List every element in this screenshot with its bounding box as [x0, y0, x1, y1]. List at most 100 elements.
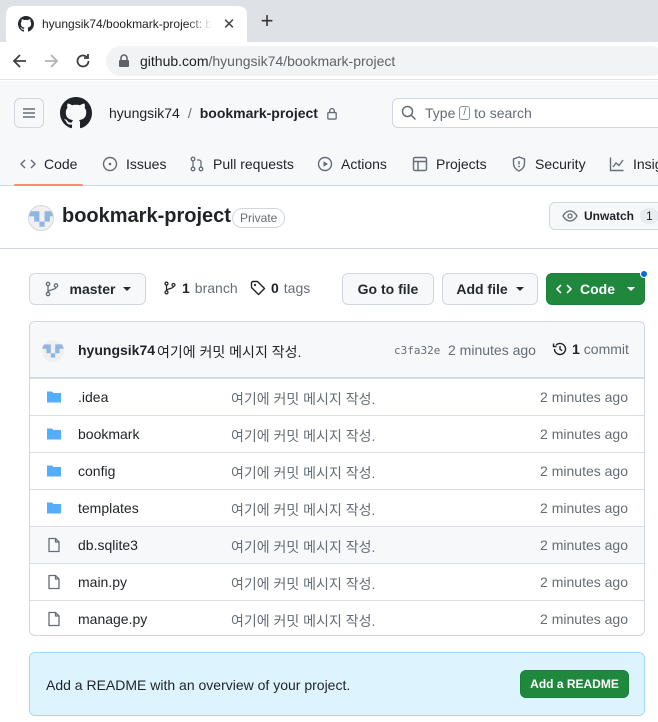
tag-count-label: tags	[283, 280, 311, 296]
readme-banner: Add a README with an overview of your pr…	[29, 652, 645, 716]
file-name[interactable]: config	[78, 463, 115, 479]
tab-projects-label: Projects	[436, 156, 487, 172]
tab-issues-label: Issues	[126, 156, 167, 172]
tab-pull-requests-label: Pull requests	[213, 156, 294, 172]
code-button-label: Code	[580, 281, 615, 297]
file-commit-message[interactable]: 여기에 커밋 메시지 작성.	[231, 537, 375, 557]
url-host: github.com	[140, 53, 209, 69]
breadcrumb-separator: /	[187, 105, 192, 121]
file-row[interactable]: .idea 여기에 커밋 메시지 작성. 2 minutes ago	[30, 378, 644, 415]
github-logo-icon[interactable]	[60, 97, 92, 129]
file-commit-message[interactable]: 여기에 커밋 메시지 작성.	[231, 574, 375, 594]
tab-security-label: Security	[535, 156, 586, 172]
folder-icon	[47, 391, 61, 403]
file-time: 2 minutes ago	[540, 611, 628, 627]
unwatch-button[interactable]: Unwatch 1	[549, 202, 658, 230]
visibility-badge: Private	[232, 208, 286, 228]
branches-link[interactable]: 1 branch	[163, 280, 238, 296]
file-row[interactable]: config 여기에 커밋 메시지 작성. 2 minutes ago	[30, 452, 644, 489]
back-arrow-icon[interactable]	[10, 51, 30, 71]
file-row[interactable]: templates 여기에 커밋 메시지 작성. 2 minutes ago	[30, 489, 644, 526]
search-input[interactable]: Type / to search	[392, 98, 658, 128]
chevron-down-icon	[627, 287, 635, 291]
lock-icon	[327, 107, 337, 120]
identicon-icon	[29, 206, 53, 230]
file-row[interactable]: db.sqlite3 여기에 커밋 메시지 작성. 2 minutes ago	[30, 526, 644, 563]
file-time: 2 minutes ago	[540, 537, 628, 553]
file-row[interactable]: bookmark 여기에 커밋 메시지 작성. 2 minutes ago	[30, 415, 644, 452]
file-list: hyungsik74 여기에 커밋 메시지 작성. c3fa32e 2 minu…	[29, 321, 645, 636]
browser-toolbar: github.com/hyungsik74/bookmark-project	[0, 42, 658, 80]
add-file-button[interactable]: Add file	[442, 273, 538, 305]
branch-name: master	[69, 281, 116, 297]
repo-name[interactable]: bookmark-project	[62, 205, 231, 228]
folder-icon	[47, 465, 61, 477]
tab-insights[interactable]: Insights	[609, 142, 658, 186]
tab-code-label: Code	[44, 156, 78, 172]
readme-prompt: Add a README with an overview of your pr…	[46, 677, 351, 693]
tab-actions-label: Actions	[341, 156, 387, 172]
breadcrumb-owner[interactable]: hyungsik74	[109, 105, 180, 121]
file-commit-message[interactable]: 여기에 커밋 메시지 작성.	[231, 500, 375, 520]
commit-message[interactable]: 여기에 커밋 메시지 작성.	[157, 342, 301, 362]
tab-title: hyungsik74/bookmark-project: bookmark	[42, 17, 212, 31]
file-row[interactable]: manage.py 여기에 커밋 메시지 작성. 2 minutes ago	[30, 600, 644, 635]
new-tab-button[interactable]: +	[257, 10, 277, 32]
file-icon	[48, 537, 60, 553]
go-to-file-button[interactable]: Go to file	[342, 273, 434, 305]
menu-button[interactable]	[14, 98, 44, 128]
tab-pull-requests[interactable]: Pull requests	[189, 142, 294, 186]
identicon-icon	[42, 340, 64, 362]
tags-link[interactable]: 0 tags	[250, 280, 310, 296]
tab-security[interactable]: Security	[511, 142, 586, 186]
github-header: hyungsik74 / bookmark-project Type / to …	[0, 81, 658, 186]
commit-author[interactable]: hyungsik74	[78, 342, 155, 358]
commit-time: 2 minutes ago	[448, 342, 536, 358]
code-icon	[20, 159, 36, 169]
add-file-label: Add file	[456, 281, 508, 297]
file-commit-message[interactable]: 여기에 커밋 메시지 작성.	[231, 611, 375, 631]
file-commit-message[interactable]: 여기에 커밋 메시지 작성.	[231, 463, 375, 483]
file-name[interactable]: manage.py	[78, 611, 147, 627]
commit-author-avatar[interactable]	[42, 340, 64, 362]
file-time: 2 minutes ago	[540, 389, 628, 405]
tab-insights-label: Insights	[633, 156, 658, 172]
forward-arrow-icon[interactable]	[41, 51, 61, 71]
close-tab-icon[interactable]: ✕	[221, 16, 237, 33]
file-name[interactable]: templates	[78, 500, 139, 516]
browser-tabstrip: hyungsik74/bookmark-project: bookmark ✕ …	[0, 0, 658, 42]
commit-history-link[interactable]: 1 commit	[552, 341, 629, 357]
file-name[interactable]: bookmark	[78, 426, 139, 442]
tab-code[interactable]: Code	[13, 142, 84, 186]
code-dropdown-button[interactable]: Code	[546, 273, 645, 305]
add-readme-button[interactable]: Add a README	[520, 670, 629, 698]
watch-count: 1	[640, 208, 658, 224]
eye-icon	[562, 210, 578, 222]
latest-commit-bar: hyungsik74 여기에 커밋 메시지 작성. c3fa32e 2 minu…	[30, 322, 644, 378]
branch-icon	[164, 281, 176, 295]
file-row[interactable]: main.py 여기에 커밋 메시지 작성. 2 minutes ago	[30, 563, 644, 600]
search-placeholder-suffix: to search	[474, 105, 532, 121]
branch-icon	[45, 281, 58, 297]
tab-projects[interactable]: Projects	[412, 142, 487, 186]
file-commit-message[interactable]: 여기에 커밋 메시지 작성.	[231, 426, 375, 446]
repo-avatar[interactable]	[28, 205, 54, 231]
file-name[interactable]: .idea	[78, 389, 108, 405]
file-time: 2 minutes ago	[540, 500, 628, 516]
breadcrumb-repo[interactable]: bookmark-project	[200, 105, 318, 121]
issue-icon	[102, 156, 118, 172]
breadcrumb: hyungsik74 / bookmark-project	[109, 105, 338, 121]
tab-issues[interactable]: Issues	[102, 142, 166, 186]
file-name[interactable]: main.py	[78, 574, 127, 590]
search-icon	[401, 105, 417, 121]
file-name[interactable]: db.sqlite3	[78, 537, 138, 553]
reload-icon[interactable]	[73, 51, 93, 71]
address-bar[interactable]: github.com/hyungsik74/bookmark-project	[106, 46, 658, 76]
commit-hash[interactable]: c3fa32e	[394, 344, 440, 357]
browser-tab[interactable]: hyungsik74/bookmark-project: bookmark ✕	[6, 6, 247, 42]
branch-select-button[interactable]: master	[29, 273, 146, 305]
tab-actions[interactable]: Actions	[317, 142, 387, 186]
url-text: github.com/hyungsik74/bookmark-project	[140, 53, 395, 69]
file-commit-message[interactable]: 여기에 커밋 메시지 작성.	[231, 389, 375, 409]
graph-icon	[609, 157, 624, 172]
